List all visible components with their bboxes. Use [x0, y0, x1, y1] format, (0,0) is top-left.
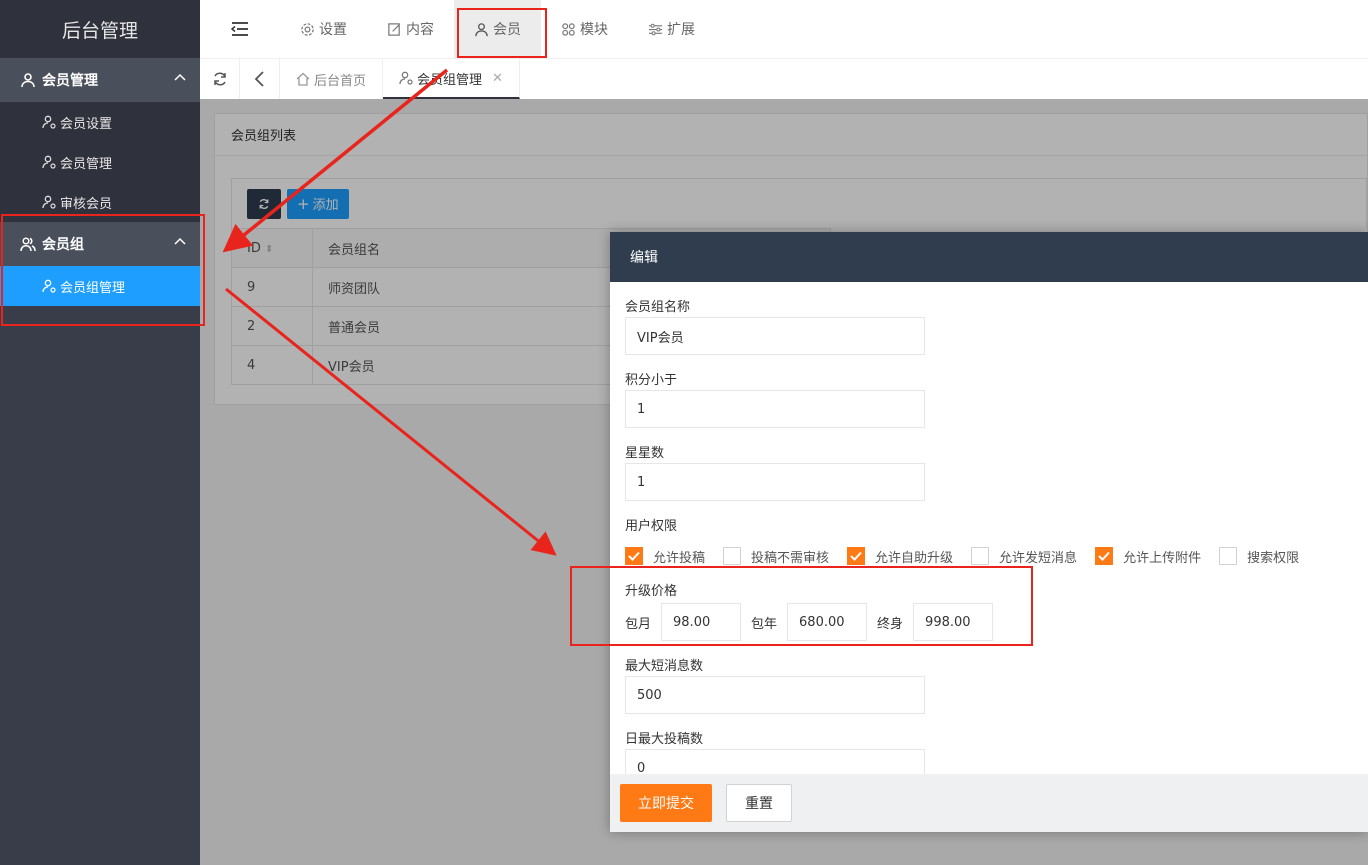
edit-icon: [388, 22, 400, 36]
nav-label: 内容: [406, 22, 434, 38]
refresh-button[interactable]: [200, 59, 240, 99]
highlight-box-upgrade-price: [570, 566, 1033, 646]
gear-icon: [301, 22, 314, 36]
permissions-checkboxes: 允许投稿 投稿不需审核 允许自助升级 允许发短消息 允许上传附件 搜索权限: [625, 546, 1368, 566]
checkbox-self-upgrade[interactable]: 允许自助升级: [847, 547, 953, 566]
reset-button[interactable]: 重置: [726, 784, 792, 822]
max-messages-label: 最大短消息数: [625, 659, 704, 674]
checkbox-checked-icon: [847, 547, 866, 565]
sidebar-group-member-management[interactable]: 会员管理: [0, 58, 200, 102]
checkbox-upload-attachment[interactable]: 允许上传附件: [1095, 547, 1201, 566]
tab-member-group-management[interactable]: 会员组管理 ✕: [383, 59, 520, 99]
user-settings-icon: [399, 71, 413, 85]
sidebar-item-label: 会员管理: [60, 156, 113, 172]
user-settings-icon: [42, 155, 56, 169]
edit-dialog: 编辑 会员组名称 VIP会员 积分小于 1 星星数 1 用户权限 允许投稿 投稿…: [610, 232, 1368, 832]
back-button[interactable]: [240, 59, 280, 99]
tab-label: 后台首页: [314, 73, 367, 89]
chevron-left-icon: [254, 71, 264, 87]
checkbox-send-message[interactable]: 允许发短消息: [971, 547, 1077, 566]
highlight-box-sidebar-member-group: [1, 214, 205, 326]
sidebar-item-label: 会员设置: [60, 116, 113, 132]
stars-input[interactable]: 1: [625, 463, 925, 501]
group-name-label: 会员组名称: [625, 300, 691, 315]
checkbox-post-no-review[interactable]: 投稿不需审核: [723, 547, 829, 566]
tab-bar: 后台首页 会员组管理 ✕: [200, 58, 1368, 99]
close-icon[interactable]: ✕: [492, 71, 503, 86]
dialog-footer: 立即提交 重置: [610, 774, 1368, 832]
max-daily-posts-label: 日最大投稿数: [625, 732, 704, 747]
points-less-input[interactable]: 1: [625, 390, 925, 428]
menu-toggle-button[interactable]: [200, 0, 280, 58]
checkbox-checked-icon: [625, 547, 643, 565]
nav-extensions[interactable]: 扩展: [628, 0, 715, 58]
dialog-body: 会员组名称 VIP会员 积分小于 1 星星数 1 用户权限 允许投稿 投稿不需审…: [610, 282, 1368, 774]
sidebar-item-label: 审核会员: [60, 196, 113, 212]
chevron-up-icon: [174, 73, 186, 81]
user-icon: [21, 73, 35, 88]
max-daily-posts-input[interactable]: 0: [625, 749, 925, 774]
app-logo: 后台管理: [0, 0, 200, 58]
nav-settings[interactable]: 设置: [280, 0, 367, 58]
menu-fold-icon: [231, 22, 248, 36]
user-settings-icon: [42, 115, 56, 129]
permissions-label: 用户权限: [625, 519, 678, 534]
checkbox-search-permission[interactable]: 搜索权限: [1219, 547, 1299, 566]
nav-label: 设置: [319, 22, 347, 38]
nav-label: 模块: [580, 22, 608, 38]
checkbox-checked-icon: [1095, 547, 1114, 565]
highlight-box-nav-members: [457, 8, 547, 58]
refresh-icon: [213, 72, 226, 86]
home-icon: [296, 72, 310, 86]
grid-icon: [562, 22, 575, 36]
sidebar-item-member-settings[interactable]: 会员设置: [0, 102, 200, 142]
stars-label: 星星数: [625, 446, 665, 461]
tab-label: 会员组管理: [417, 72, 483, 88]
points-less-label: 积分小于: [625, 373, 678, 388]
nav-content[interactable]: 内容: [367, 0, 454, 58]
checkbox-allow-post[interactable]: 允许投稿: [625, 547, 705, 566]
tab-home[interactable]: 后台首页: [280, 59, 384, 99]
checkbox-unchecked-icon: [1219, 547, 1238, 565]
dialog-title: 编辑: [610, 232, 1368, 282]
sidebar: 后台管理 会员管理 会员设置 会员管理 审核会员 会员组 会员组管理: [0, 0, 200, 865]
nav-modules[interactable]: 模块: [541, 0, 628, 58]
sliders-icon: [648, 23, 663, 35]
checkbox-unchecked-icon: [971, 547, 990, 565]
sidebar-group-label: 会员管理: [42, 73, 98, 89]
checkbox-unchecked-icon: [723, 547, 742, 565]
nav-label: 扩展: [667, 22, 695, 38]
top-header: 设置 内容 会员 模块 扩展: [200, 0, 1368, 58]
group-name-input[interactable]: VIP会员: [625, 317, 925, 355]
sidebar-item-member-management[interactable]: 会员管理: [0, 142, 200, 182]
submit-button[interactable]: 立即提交: [620, 784, 712, 822]
max-messages-input[interactable]: 500: [625, 676, 925, 714]
user-settings-icon: [42, 195, 56, 209]
